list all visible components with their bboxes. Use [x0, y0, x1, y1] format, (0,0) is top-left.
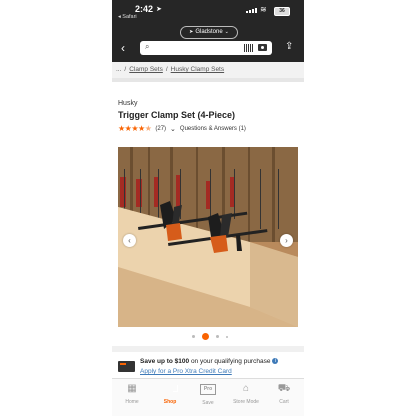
store-selector[interactable]: ➤ Gladstone ⌄ — [180, 26, 238, 39]
status-bar: 2:42 ➤ ◂ Safari ≋ 36 — [112, 0, 304, 22]
signal-icon — [246, 8, 257, 13]
apply-credit-card-link[interactable]: Apply for a Pro Xtra Credit Card — [140, 368, 232, 375]
pro-xtra-icon: Pro — [200, 384, 216, 395]
search-bar: ⌕ — [140, 41, 272, 55]
pagination-dot[interactable] — [216, 335, 219, 338]
image-pagination — [192, 333, 228, 340]
info-icon[interactable]: i — [272, 358, 279, 365]
search-input[interactable] — [154, 42, 232, 53]
breadcrumb: ... / Clamp Sets / Husky Clamp Sets — [112, 62, 304, 78]
location-arrow-icon: ➤ — [156, 6, 162, 13]
rating-stars-icon[interactable]: ★★★★★ — [118, 124, 152, 133]
tab-cart[interactable]: ⛟ Cart — [265, 383, 303, 405]
battery-icon: 36 — [274, 7, 290, 16]
store-icon: ⌂ — [242, 383, 250, 394]
previous-image-button[interactable]: ‹ — [123, 234, 136, 247]
tab-shop[interactable]: Shop — [151, 383, 189, 405]
breadcrumb-husky-clamp-sets[interactable]: Husky Clamp Sets — [171, 66, 224, 73]
clamp-photo — [118, 147, 298, 327]
divider — [112, 78, 304, 82]
status-time: 2:42 — [135, 4, 154, 14]
back-chevron-icon[interactable]: ‹ — [121, 41, 125, 55]
wifi-icon: ≋ — [260, 5, 267, 14]
next-image-button[interactable]: › — [280, 234, 293, 247]
credit-card-icon — [118, 361, 135, 372]
questions-answers-link[interactable]: Questions & Answers (1) — [180, 126, 246, 132]
review-count[interactable]: (27) — [155, 126, 166, 132]
cart-icon: ⛟ — [277, 383, 291, 394]
back-to-safari-link[interactable]: ◂ Safari — [118, 14, 137, 20]
app-header: ➤ Gladstone ⌄ ‹ ⌕ ⇪ — [112, 22, 304, 62]
navigation-arrow-icon: ➤ — [189, 29, 194, 35]
camera-icon[interactable] — [258, 44, 267, 51]
pagination-dot[interactable] — [226, 335, 228, 338]
phone-screen: 2:42 ➤ ◂ Safari ≋ 36 ➤ Gladstone ⌄ ‹ ⌕ ⇪ .… — [112, 0, 304, 416]
share-icon[interactable]: ⇪ — [285, 41, 293, 52]
product-brand[interactable]: Husky — [118, 100, 137, 107]
breadcrumb-ellipsis[interactable]: ... — [116, 66, 121, 73]
rating-row: ★★★★★ (27) ⌄ Questions & Answers (1) — [118, 124, 246, 133]
home-icon: ▦ — [127, 383, 137, 394]
bottom-tab-bar: ▦ Home Shop Pro Save ⌂ Store Mode ⛟ Cart — [112, 378, 304, 416]
chevron-down-icon: ⌄ — [224, 29, 229, 35]
product-image[interactable]: ‹ › — [118, 147, 298, 327]
tab-save[interactable]: Pro Save — [189, 383, 227, 406]
breadcrumb-clamp-sets[interactable]: Clamp Sets — [129, 66, 163, 73]
store-name: Gladstone — [195, 29, 223, 35]
pagination-dot[interactable] — [192, 335, 195, 338]
product-title: Trigger Clamp Set (4-Piece) — [118, 110, 236, 120]
tab-store-mode[interactable]: ⌂ Store Mode — [227, 383, 265, 405]
barcode-scan-icon[interactable] — [244, 44, 254, 52]
search-icon: ⌕ — [145, 42, 150, 51]
pagination-dot-active[interactable] — [202, 333, 209, 340]
chevron-down-icon[interactable]: ⌄ — [170, 125, 176, 133]
section-divider — [112, 346, 304, 352]
tab-home[interactable]: ▦ Home — [113, 383, 151, 405]
promo-text: Save up to $100 on your qualifying purch… — [140, 358, 279, 365]
